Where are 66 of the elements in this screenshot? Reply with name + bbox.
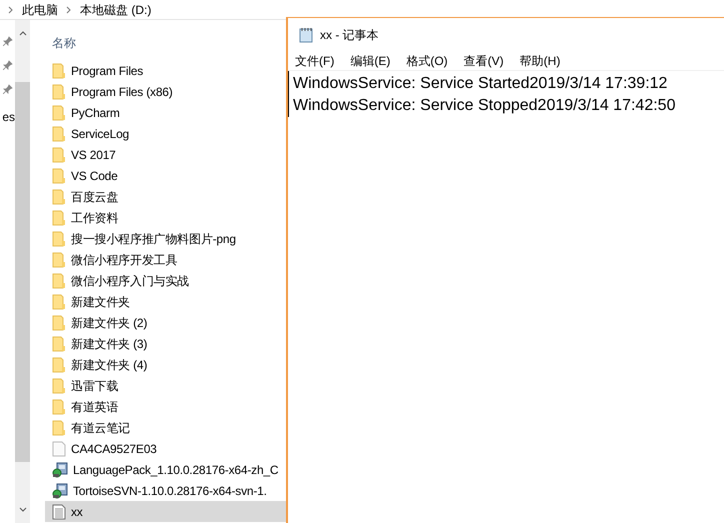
file-item[interactable]: Program Files: [45, 60, 286, 81]
nav-item[interactable]: es: [0, 108, 15, 126]
folder-icon: [52, 62, 66, 78]
document-icon: [52, 504, 66, 520]
folder-icon: [52, 356, 66, 372]
chevron-icon: [8, 6, 14, 14]
window-title: xx - 记事本: [320, 26, 379, 44]
file-item[interactable]: 新建文件夹: [45, 291, 286, 312]
menu-item[interactable]: 查看(V): [464, 52, 504, 70]
pin-icon[interactable]: [2, 60, 12, 70]
folder-icon: [52, 104, 66, 120]
folder-icon: [52, 84, 66, 100]
file-item[interactable]: CA4CA9527E03: [45, 438, 286, 459]
folder-icon: [52, 398, 66, 414]
file-item[interactable]: 有道英语: [45, 396, 286, 417]
scrollbar[interactable]: [15, 20, 30, 523]
installer-icon: [52, 462, 68, 478]
file-item[interactable]: xx: [45, 501, 286, 522]
menu-item[interactable]: 格式(O): [406, 52, 448, 70]
folder-icon: [52, 420, 66, 436]
file-item[interactable]: ServiceLog: [45, 123, 286, 144]
menu-item[interactable]: 编辑(E): [350, 52, 390, 70]
notepad-icon: [298, 26, 314, 42]
text-line: WindowsService: Service Started2019/3/14 17:39:12: [293, 74, 668, 94]
file-item[interactable]: VS 2017: [45, 144, 286, 165]
pin-icon[interactable]: [2, 84, 12, 94]
scroll-down-icon[interactable]: [18, 507, 26, 513]
folder-icon: [52, 314, 66, 330]
file-item[interactable]: 微信小程序入门与实战: [45, 270, 286, 291]
file-item[interactable]: TortoiseSVN-1.10.0.28176-x64-svn-1.: [45, 480, 286, 501]
breadcrumb-item[interactable]: 本地磁盘 (D:): [80, 0, 152, 18]
file-item[interactable]: 搜一搜小程序推广物料图片-png: [45, 228, 286, 249]
text-line: WindowsService: Service Stopped2019/3/14 17:42:50: [293, 96, 676, 116]
folder-icon: [52, 272, 66, 288]
scrollbar-thumb[interactable]: [15, 82, 30, 462]
file-item[interactable]: 新建文件夹 (3): [45, 333, 286, 354]
pin-icon[interactable]: [2, 36, 12, 46]
file-icon: [52, 440, 66, 456]
column-header[interactable]: 名称: [45, 34, 76, 56]
file-item[interactable]: 工作资料: [45, 207, 286, 228]
folder-icon: [52, 336, 66, 352]
folder-icon: [52, 210, 66, 226]
menu-item[interactable]: 文件(F): [295, 52, 334, 70]
installer-icon: [52, 482, 68, 498]
folder-icon: [52, 126, 66, 142]
file-item[interactable]: 新建文件夹 (2): [45, 312, 286, 333]
file-item[interactable]: 微信小程序开发工具: [45, 249, 286, 270]
file-item[interactable]: 百度云盘: [45, 186, 286, 207]
menu-item[interactable]: 帮助(H): [520, 52, 560, 70]
folder-icon: [52, 168, 66, 184]
file-item[interactable]: Program Files (x86): [45, 81, 286, 102]
chevron-icon: [66, 6, 72, 14]
file-item[interactable]: 新建文件夹 (4): [45, 354, 286, 375]
folder-icon: [52, 146, 66, 162]
scroll-up-icon[interactable]: [18, 30, 26, 36]
folder-icon: [52, 188, 66, 204]
folder-icon: [52, 378, 66, 394]
breadcrumb-item[interactable]: 此电脑: [22, 0, 58, 18]
file-item[interactable]: VS Code: [45, 165, 286, 186]
file-item[interactable]: PyCharm: [45, 102, 286, 123]
folder-icon: [52, 252, 66, 268]
file-item[interactable]: LanguagePack_1.10.0.28176-x64-zh_C: [45, 459, 286, 480]
folder-icon: [52, 294, 66, 310]
file-item[interactable]: 有道云笔记: [45, 417, 286, 438]
folder-icon: [52, 230, 66, 246]
file-item[interactable]: 迅雷下载: [45, 375, 286, 396]
